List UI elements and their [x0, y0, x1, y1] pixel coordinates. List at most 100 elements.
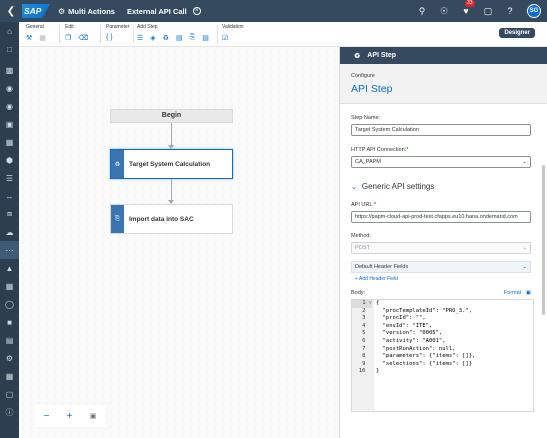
node-label: Import data into SAC — [129, 215, 194, 223]
body-code-editor[interactable]: 1 ˅ 2 3 4 5 6 7 8 9 10 { "procTemplateId"… — [351, 299, 534, 412]
node-label: Target System Calculation — [129, 160, 211, 168]
method-select: POST ⌄ — [351, 242, 531, 254]
api-step-icon[interactable]: ♻ — [163, 34, 169, 42]
begin-node[interactable]: Begin — [110, 109, 233, 123]
format-link[interactable]: Format ▣ — [504, 290, 531, 296]
nav-share-icon[interactable]: ⧈ — [0, 205, 19, 223]
nav-chat-icon[interactable]: ▣ — [0, 115, 19, 133]
format-label: Format — [503, 290, 522, 296]
chat-icon[interactable]: ▢ — [483, 6, 493, 17]
zoom-controls: − + ▣ — [35, 405, 105, 427]
line-number: 5 — [362, 330, 372, 337]
nav-analytic-icon[interactable]: ◉ — [0, 79, 19, 97]
step-name-input[interactable]: Target System Calculation — [351, 124, 531, 136]
zoom-in-button[interactable]: + — [67, 411, 73, 422]
nav-catalog-icon[interactable]: ▦ — [0, 367, 19, 385]
app-title[interactable]: Multi Actions — [68, 7, 115, 16]
data-action-icon[interactable]: ☰ — [137, 34, 143, 42]
line-number-gutter: 1 ˅ 2 3 4 5 6 7 8 9 10 — [352, 300, 374, 411]
code-line: "procId": "", — [376, 315, 426, 322]
nav-lock-icon[interactable]: ■ — [0, 313, 19, 331]
left-navigation: ⌂ □ ▩ ◉ ◉ ▣ ▦ ⬢ ☰ ↔ ⧈ ☁ ⋯ ▲ ▦ ◯ ■ ▤ ⚙ ▦ … — [0, 22, 19, 438]
api-url-input[interactable]: https://papm-cloud-api-prod-test.cfapps.… — [351, 211, 531, 223]
nav-home-icon[interactable]: ⌂ — [0, 22, 19, 40]
nav-system-icon[interactable]: ▢ — [0, 385, 19, 403]
nav-info-icon[interactable]: ⓘ — [0, 403, 19, 421]
wrench-icon[interactable]: ⚒ — [26, 34, 32, 42]
toolbar-group-add-step: Add Step ☰ ◈ ♻ ▤ ⎘ ▤ — [137, 24, 209, 42]
connector — [171, 123, 172, 146]
line-number: 6 — [362, 337, 372, 344]
line-number: 2 — [362, 307, 372, 314]
validate-icon[interactable]: ☑ — [222, 34, 228, 42]
section-title: Generic API settings — [361, 182, 435, 191]
http-connection-label-text: HTTP API Connection: — [351, 147, 407, 153]
predictive-step-icon[interactable]: ◈ — [150, 34, 155, 42]
fit-to-screen-icon[interactable]: ▣ — [90, 412, 97, 420]
avatar[interactable]: SG — [527, 4, 541, 18]
panel-header: ♻ API Step — [340, 47, 547, 64]
nav-security-icon[interactable]: ◯ — [0, 295, 19, 313]
fullscreen-icon[interactable]: ▣ — [526, 290, 531, 296]
search-icon[interactable]: ⚲ — [417, 6, 427, 17]
nav-files-icon[interactable]: □ — [0, 40, 19, 58]
nav-data-icon[interactable]: ☰ — [0, 169, 19, 187]
code-line: { — [376, 300, 380, 306]
nav-calendar-icon[interactable]: ▦ — [0, 277, 19, 295]
notifications-icon[interactable]: ♥ 33 — [461, 0, 475, 16]
import-step-icon[interactable]: ⎘ — [190, 34, 196, 42]
nav-transport-icon[interactable]: ▤ — [0, 331, 19, 349]
http-connection-value: CA_PAPM — [355, 159, 381, 165]
delete-icon[interactable]: ⌫ — [78, 34, 88, 42]
sap-logo[interactable]: SAP — [22, 4, 50, 18]
workflow-canvas[interactable]: Begin ♻ Target System Calculation ⎘ Impo… — [19, 47, 339, 438]
toolbar-group-general: General ⚒ ▦ — [26, 24, 46, 42]
code-line: "selections": {"items": []} — [376, 360, 473, 367]
nav-users-icon[interactable]: ☁ — [0, 223, 19, 241]
code-line: "parameters": {"items": []}, — [376, 353, 476, 360]
line-number: 7 — [362, 345, 372, 352]
nav-modeler-icon[interactable]: ⬢ — [0, 151, 19, 169]
chevron-down-icon: ⌄ — [522, 159, 527, 165]
method-value: POST — [355, 245, 370, 251]
divider — [59, 25, 60, 43]
node-import-data[interactable]: ⎘ Import data into SAC — [110, 204, 233, 234]
group-label: Parameter — [106, 24, 130, 30]
generic-api-settings-toggle[interactable]: ⌄ Generic API settings — [351, 182, 547, 191]
code-line: "postRunAction": null, — [376, 345, 456, 352]
nav-digital-boardroom-icon[interactable]: ◉ — [0, 97, 19, 115]
code-line: } — [376, 368, 380, 375]
code-area[interactable]: { "procTemplateId": "PRO_3.", "procId": … — [374, 300, 475, 411]
nav-predictive-icon[interactable]: ▲ — [0, 259, 19, 277]
chevron-down-icon: ⌄ — [522, 245, 527, 251]
help-icon[interactable]: ? — [505, 6, 515, 16]
nav-apps-icon[interactable]: ▦ — [0, 133, 19, 151]
group-label: General — [26, 24, 44, 30]
notification-badge: 33 — [465, 0, 475, 7]
braces-icon[interactable]: { } — [106, 34, 113, 41]
panel-scrollbar[interactable] — [542, 165, 545, 315]
toolbar-group-validation: Validation ☑ — [222, 24, 244, 42]
http-connection-select[interactable]: CA_PAPM ⌄ — [351, 156, 531, 168]
copy-icon[interactable]: ❐ — [65, 34, 71, 42]
nav-multi-actions-icon[interactable]: ⋯ — [0, 241, 19, 259]
code-line: "version": "0005", — [376, 330, 443, 337]
node-target-system-calculation[interactable]: ♻ Target System Calculation — [110, 149, 233, 179]
nav-stories-icon[interactable]: ▩ — [0, 61, 19, 79]
designer-button[interactable]: Designer — [499, 28, 535, 38]
back-icon[interactable]: ❮ — [4, 6, 18, 17]
header-fields-label: Default Header Fields — [355, 264, 409, 270]
nav-connections-icon[interactable]: ↔ — [0, 187, 19, 205]
nav-settings-icon[interactable]: ⚙ — [0, 349, 19, 367]
zoom-out-button[interactable]: − — [44, 411, 50, 422]
properties-panel: ♻ API Step Configure API Step Step Name:… — [339, 47, 547, 438]
flow-step-icon[interactable]: ▤ — [202, 34, 209, 42]
publish-step-icon[interactable]: ▤ — [176, 34, 183, 42]
default-header-fields-toggle[interactable]: Default Header Fields ⌄ — [351, 261, 531, 273]
api-step-icon: ♻ — [111, 150, 124, 178]
close-document-icon[interactable]: × — [192, 7, 201, 15]
line-number: 10 — [358, 368, 372, 375]
panel-subheader: Configure API Step — [340, 64, 547, 104]
lightbulb-icon[interactable]: ☉ — [439, 6, 449, 17]
table-icon[interactable]: ▦ — [39, 34, 46, 42]
